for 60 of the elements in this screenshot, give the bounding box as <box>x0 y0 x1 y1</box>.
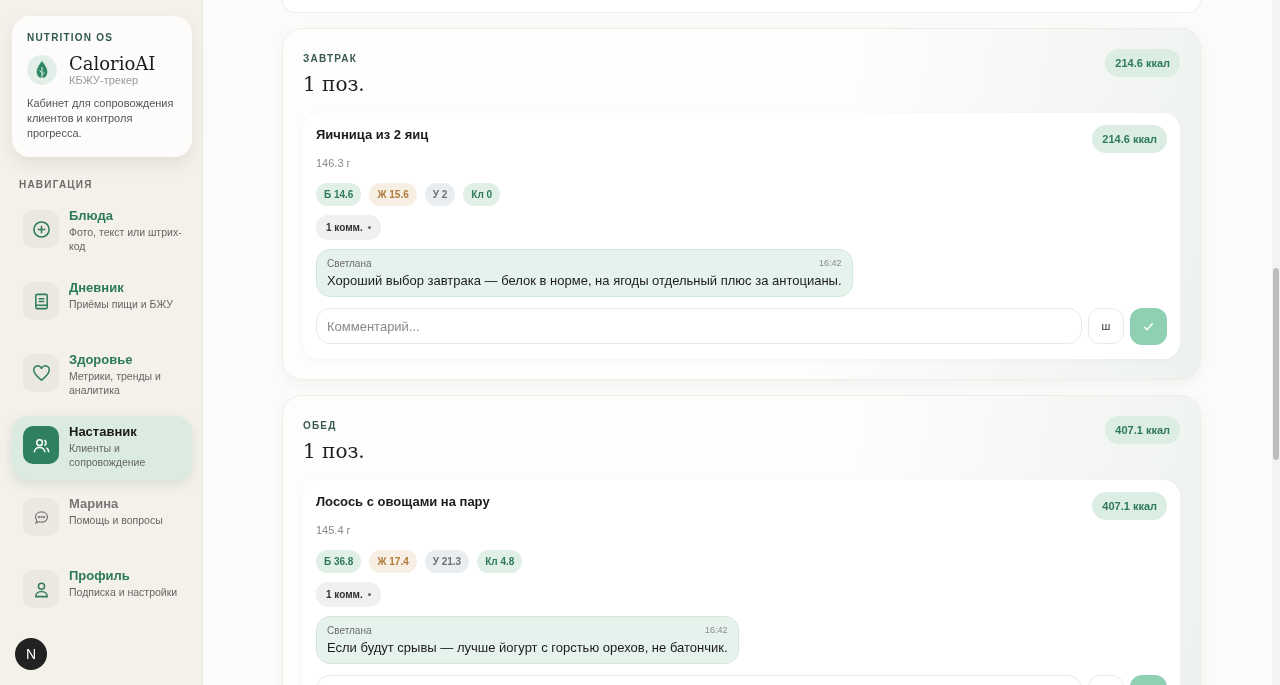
comment-time: 16:42 <box>705 625 728 636</box>
emoji-button[interactable]: ш <box>1088 308 1124 344</box>
food-weight: 146.3 г <box>316 157 352 169</box>
nav-item-subtitle: Клиенты и сопровождение <box>69 441 147 469</box>
nav-item-title: Дневник <box>69 280 125 295</box>
chat-bubble-icon <box>32 508 50 526</box>
kcal-badge: 214.6 ккал <box>1105 49 1180 77</box>
macro-chip: Б 36.8 <box>316 550 362 573</box>
nav-item-subtitle: Метрики, тренды и аналитика <box>69 369 162 397</box>
nav-item-subtitle: Подписка и настройки <box>69 585 178 599</box>
avatar[interactable]: N <box>15 638 47 670</box>
nav-item-subtitle: Фото, текст или штрих-код <box>69 225 183 253</box>
meal-count: 1 поз. <box>303 72 365 96</box>
meal-label: ОБЕД <box>303 420 338 431</box>
nav-item-title: Марина <box>69 496 120 511</box>
macro-chip: Кл 4.8 <box>477 550 523 573</box>
kcal-badge: 214.6 ккал <box>1092 125 1167 153</box>
nav-item-title: Блюда <box>69 208 114 223</box>
comments-toggle[interactable]: 1 комм. <box>316 582 381 607</box>
comment-input[interactable]: Комментарий... <box>316 308 1082 344</box>
macro-chip: У 2 <box>424 183 456 206</box>
plus-circle-icon <box>31 219 51 239</box>
brand-subtitle: КБЖУ-трекер <box>69 74 140 86</box>
comment-text: Если будут срывы — лучше йогурт с горстью орехов, не батончик. <box>327 640 728 655</box>
nav-item[interactable]: Блюда Фото, текст или штрих-код <box>12 200 192 264</box>
meal-label: ЗАВТРАК <box>303 53 358 64</box>
nav-item-title: Здоровье <box>69 352 134 367</box>
macro-chip: Ж 15.6 <box>369 183 417 206</box>
nav-item[interactable]: Профиль Подписка и настройки <box>12 560 192 624</box>
nav-item-subtitle: Приёмы пищи и БЖУ <box>69 297 173 311</box>
nav-item[interactable]: Наставник Клиенты и сопровождение <box>12 416 192 480</box>
brand-description: Кабинет для сопровождения клиентов и контроля прогресса. <box>27 96 175 141</box>
comment-author: Светлана <box>327 258 372 269</box>
food-name: Яичница из 2 яиц <box>316 127 429 142</box>
nav-item[interactable]: Дневник Приёмы пищи и БЖУ <box>12 272 192 336</box>
leaf-logo-icon <box>27 54 57 85</box>
comment-author: Светлана <box>327 625 372 636</box>
kcal-badge: 407.1 ккал <box>1105 416 1180 444</box>
nav-item-title: Профиль <box>69 568 131 583</box>
send-button[interactable] <box>1130 308 1167 345</box>
macro-chip: Б 14.6 <box>316 183 362 206</box>
heart-icon <box>31 363 51 383</box>
brand-eyebrow: NUTRITION OS <box>27 32 115 43</box>
checkmark-icon <box>1142 320 1155 333</box>
nav-item-title: Наставник <box>69 424 138 439</box>
food-name: Лосось с овощами на пару <box>316 494 490 509</box>
nav-item-subtitle: Помощь и вопросы <box>69 513 163 527</box>
scrollbar[interactable] <box>1272 0 1280 685</box>
meal-count: 1 поз. <box>303 439 365 463</box>
food-weight: 145.4 г <box>316 524 352 536</box>
comments-toggle[interactable]: 1 комм. <box>316 215 381 240</box>
macro-chip: Кл 0 <box>463 183 501 206</box>
nav-heading: НАВИГАЦИЯ <box>19 179 94 190</box>
nav-item[interactable]: Здоровье Метрики, тренды и аналитика <box>12 344 192 408</box>
macro-chip: У 21.3 <box>424 550 470 573</box>
brand-name: CalorioAI <box>69 53 156 74</box>
comment-time: 16:42 <box>819 258 842 269</box>
comment-text: Хороший выбор завтрака — белок в норме, на ягоды отдельный плюс за антоцианы. <box>327 273 842 288</box>
kcal-badge: 407.1 ккал <box>1092 492 1167 520</box>
macro-chip: Ж 17.4 <box>369 550 417 573</box>
